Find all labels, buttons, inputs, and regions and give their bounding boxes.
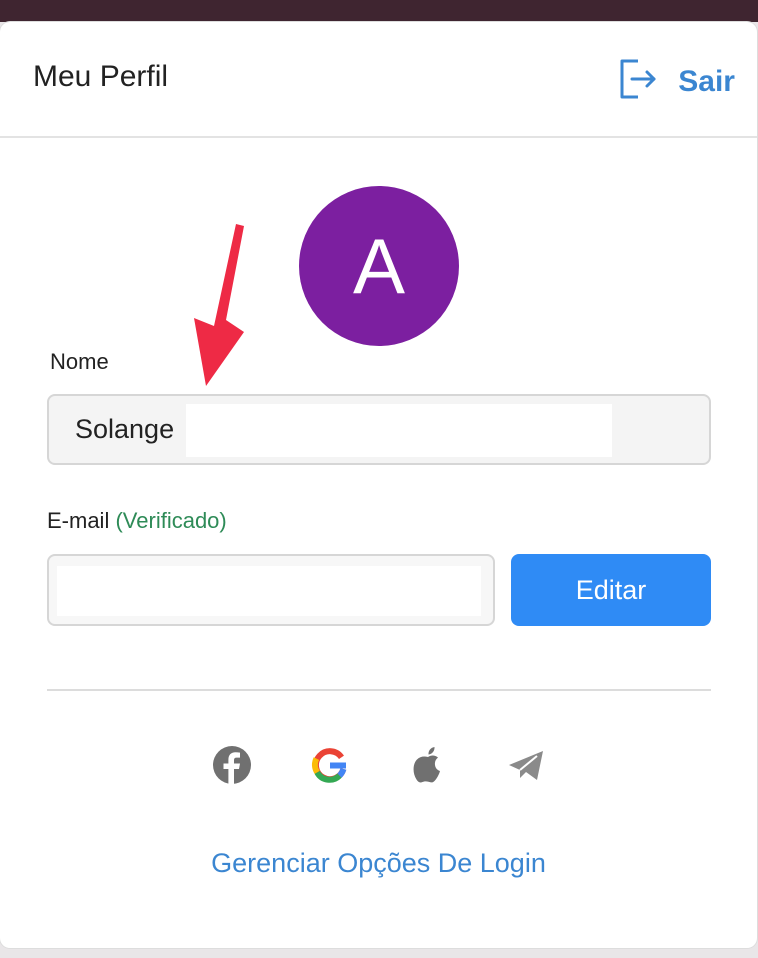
apple-icon[interactable] [407,744,449,786]
manage-login-options-link[interactable]: Gerenciar Opções De Login [0,848,757,879]
page-title: Meu Perfil [33,60,169,93]
redacted-area [186,404,612,457]
logout-icon [618,58,658,105]
name-field-value: Solange [75,414,175,444]
email-verified-badge: (Verificado) [115,508,227,533]
divider [47,689,711,691]
avatar: A [299,186,459,346]
browser-top-bar [0,0,758,22]
email-label-text: E-mail [47,508,110,533]
redacted-area [57,566,481,616]
facebook-icon[interactable] [211,744,253,786]
social-login-row [211,744,547,786]
email-field[interactable] [47,554,495,626]
profile-header: Meu Perfil Sair [0,22,757,138]
telegram-icon[interactable] [505,744,547,786]
logout-button[interactable]: Sair [618,58,735,105]
name-label: Nome [50,349,109,374]
google-icon[interactable] [309,744,351,786]
name-field[interactable]: Solange [47,394,711,465]
logout-label: Sair [678,64,735,98]
profile-card: Meu Perfil Sair A Nome Solange E-mail (V… [0,22,757,948]
annotation-arrow-icon [194,224,244,386]
edit-email-button[interactable]: Editar [511,554,711,626]
email-label: E-mail (Verificado) [47,508,227,534]
